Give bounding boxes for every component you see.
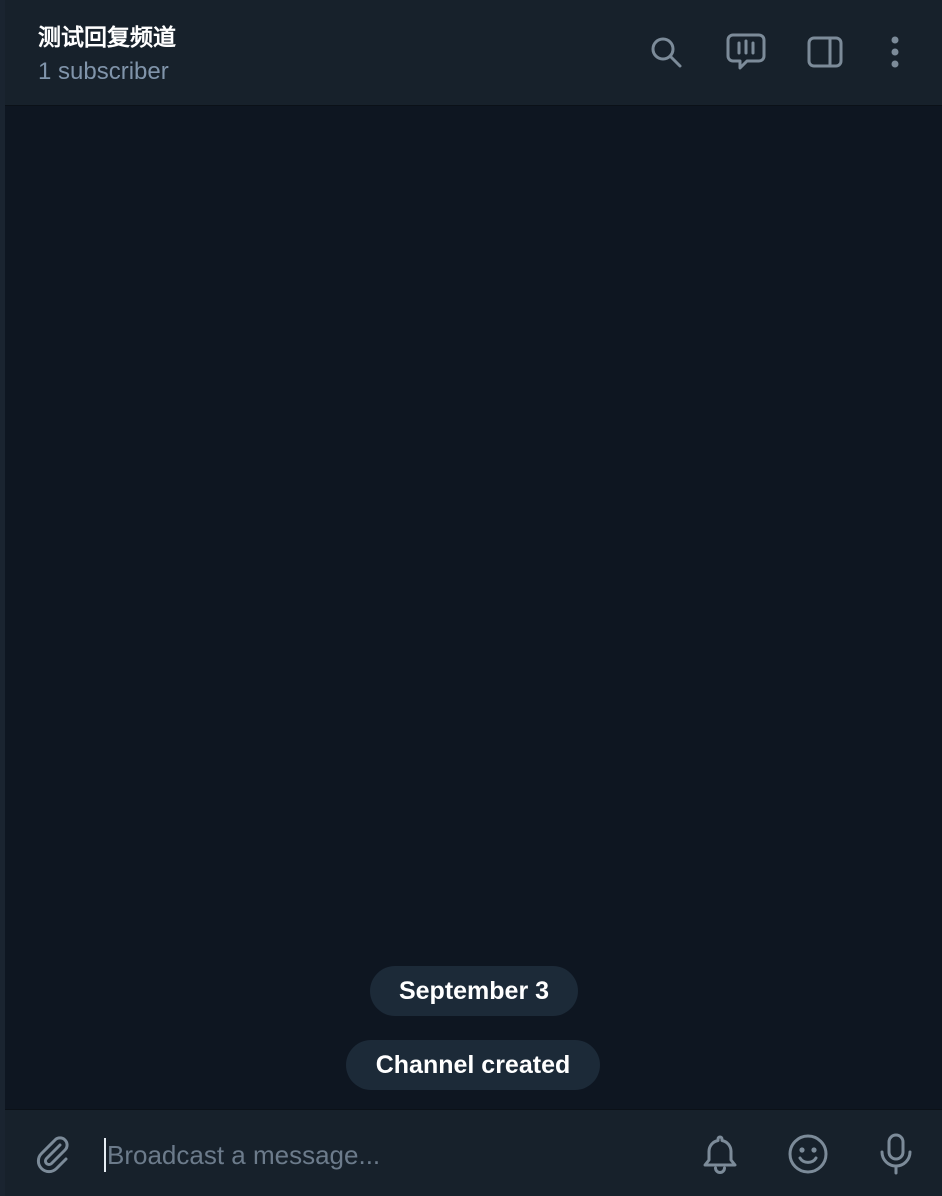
search-icon — [648, 34, 684, 70]
more-options-button[interactable] — [871, 28, 919, 76]
toggle-sidebar-button[interactable] — [801, 28, 849, 76]
chat-header[interactable]: 测试回复频道 1 subscriber — [5, 0, 942, 106]
service-message: Channel created — [346, 1040, 600, 1090]
channel-title[interactable]: 测试回复频道 — [38, 18, 176, 52]
discussion-icon — [725, 31, 767, 73]
message-input[interactable] — [107, 1134, 677, 1176]
silent-broadcast-button[interactable] — [696, 1132, 744, 1180]
sidebar-panel-icon — [806, 34, 844, 70]
text-caret — [104, 1138, 106, 1172]
attach-button[interactable] — [29, 1132, 77, 1180]
more-vertical-icon — [889, 34, 901, 70]
search-button[interactable] — [642, 28, 690, 76]
date-separator[interactable]: September 3 — [370, 966, 578, 1016]
discussion-button[interactable] — [722, 28, 770, 76]
message-composer — [5, 1109, 942, 1196]
microphone-icon — [877, 1132, 915, 1181]
voice-message-button[interactable] — [872, 1132, 920, 1180]
emoji-icon — [787, 1133, 829, 1180]
window-left-border — [0, 0, 5, 1196]
telegram-chat-window: 测试回复频道 1 subscriber September 3 Channel … — [0, 0, 942, 1196]
channel-subscriber-count[interactable]: 1 subscriber — [38, 58, 169, 86]
message-list[interactable]: September 3 Channel created — [5, 106, 942, 1109]
emoji-button[interactable] — [784, 1132, 832, 1180]
paperclip-icon — [33, 1134, 73, 1179]
bell-icon — [700, 1133, 740, 1180]
